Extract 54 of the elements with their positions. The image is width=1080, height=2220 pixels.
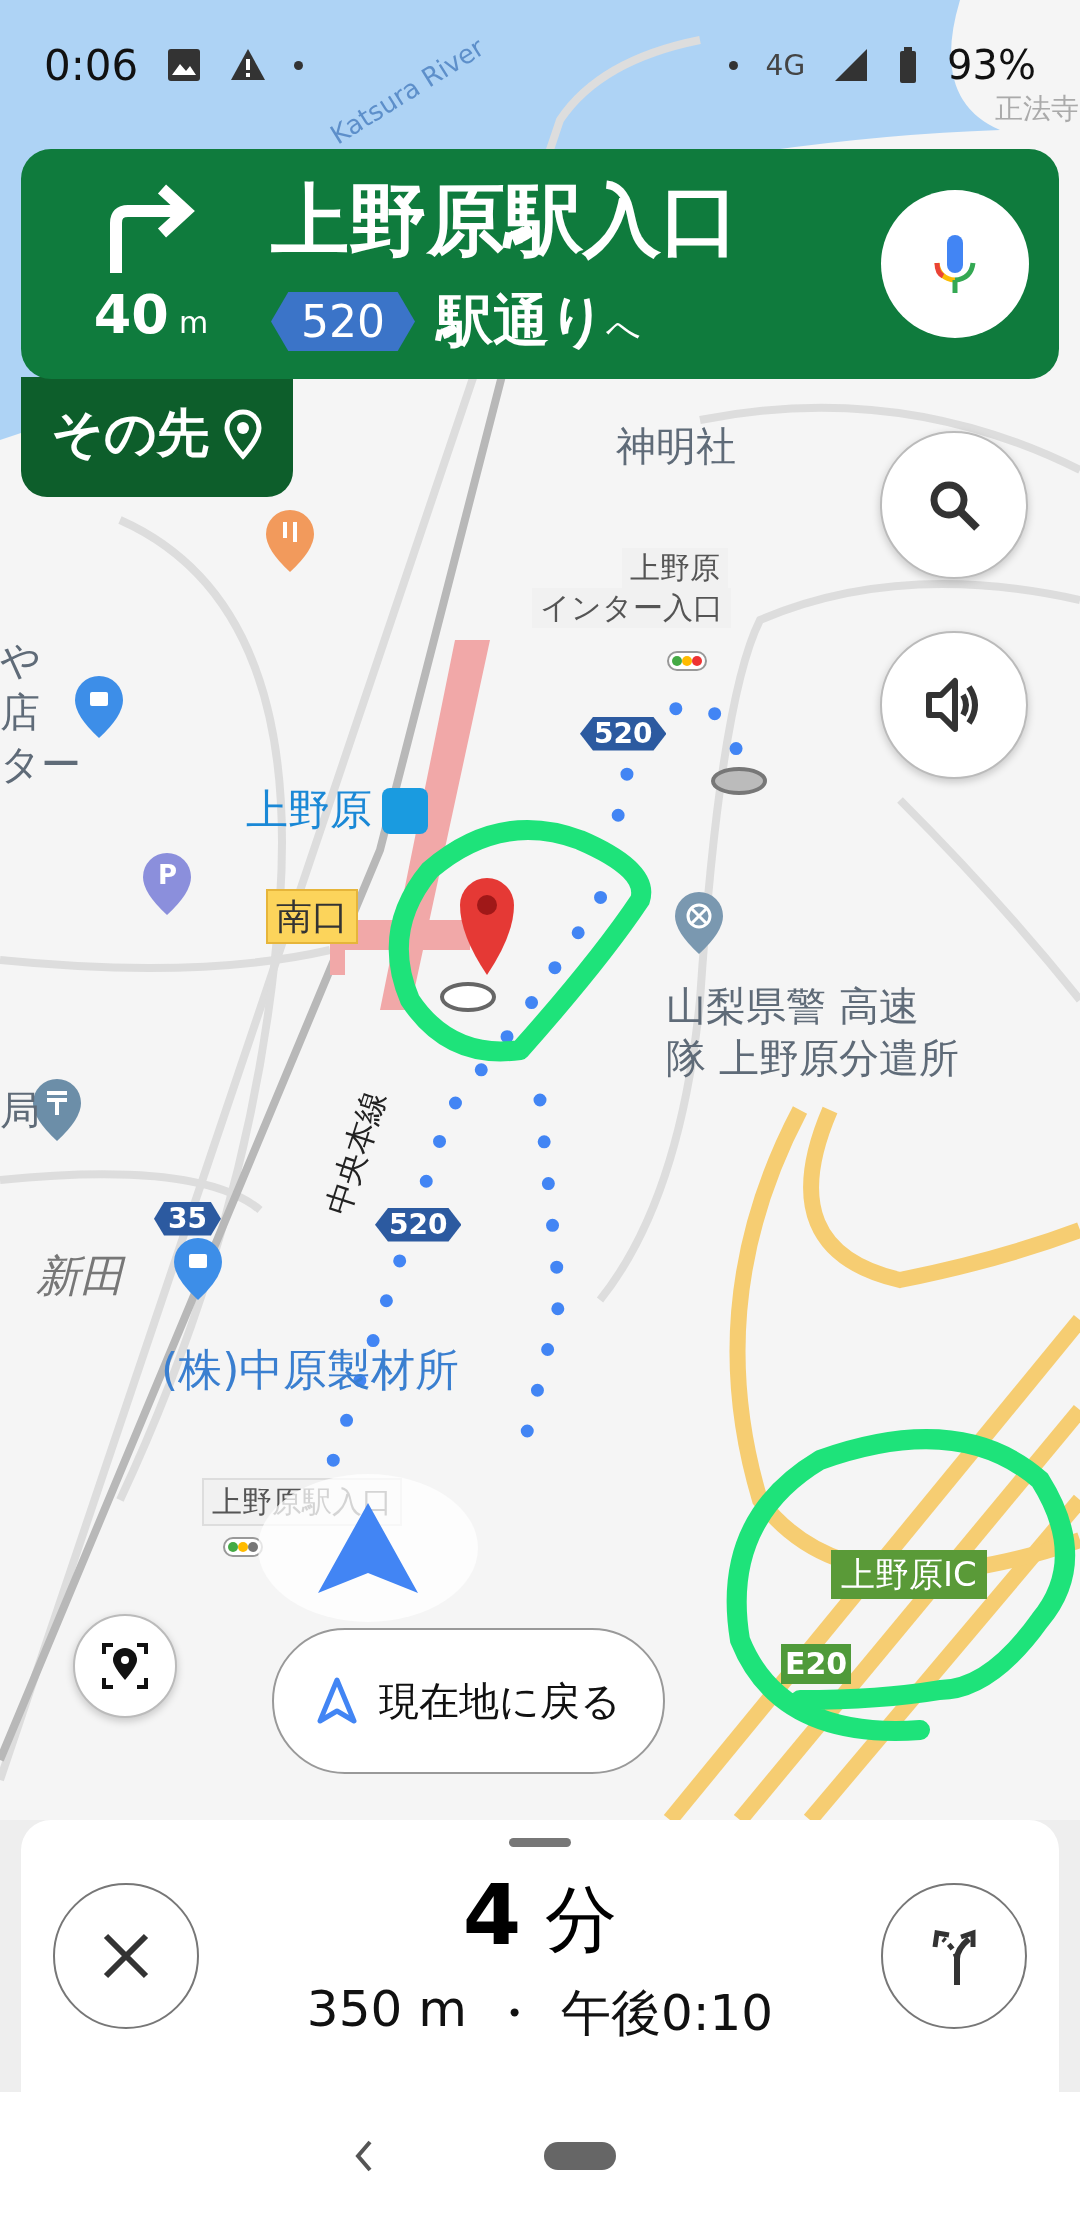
close-icon <box>102 1932 150 1980</box>
place-label: ター <box>0 740 81 788</box>
duration-text: 4 <box>462 1865 522 1964</box>
notification-dot-icon <box>294 60 304 70</box>
home-handle[interactable] <box>544 2142 616 2170</box>
recenter-button[interactable]: 現在地に戻る <box>272 1628 665 1774</box>
duration-unit-text: 分 <box>545 1875 618 1963</box>
route-number-label: 520 <box>375 1208 462 1242</box>
traffic-light-icon <box>667 651 707 671</box>
battery-percent-text: 93% <box>947 42 1036 88</box>
warning-icon <box>230 47 267 83</box>
arrival-time-text: 午後0:10 <box>560 1982 774 2044</box>
separator-text: ・ <box>488 1982 539 2044</box>
business-label: (株)中原製材所 <box>161 1344 460 1397</box>
search-button[interactable] <box>880 431 1028 579</box>
distance-text: 40 <box>93 282 169 346</box>
place-label: 隊 上野原分遣所 <box>666 1034 959 1082</box>
waypoint-marker <box>711 767 767 795</box>
route-number-label: 520 <box>271 292 415 351</box>
place-label: 正法寺 <box>995 92 1079 126</box>
location-pin-icon <box>223 408 263 460</box>
station-label: 上野原 <box>246 785 372 836</box>
street-name: 上野原駅入口 <box>271 173 740 267</box>
toward-street-text: 駅通り へ <box>437 286 641 355</box>
drag-handle[interactable] <box>509 1838 571 1847</box>
clock-text: 0:06 <box>44 40 139 90</box>
remaining-distance-text: 350 m <box>306 1979 467 2040</box>
interchange-label: 上野原IC <box>831 1550 987 1599</box>
route-number-label: 520 <box>580 717 667 751</box>
notification-dot-icon <box>728 60 738 70</box>
place-label: 店 <box>0 688 40 736</box>
location-frame-button[interactable] <box>73 1614 177 1718</box>
road-sign-label: 上野原 <box>622 548 728 588</box>
route-number-label: 35 <box>154 1202 221 1236</box>
signal-icon <box>833 47 870 83</box>
place-label: 山梨県警 高速 <box>666 982 919 1030</box>
place-label: 神明社 <box>616 422 736 470</box>
parking-pin-icon <box>143 853 191 915</box>
image-icon <box>166 47 203 83</box>
area-label: 新田 <box>36 1250 124 1303</box>
network-type-text: 4G <box>765 48 806 82</box>
expressway-label: E20 <box>781 1644 852 1684</box>
location-frame-icon <box>101 1642 149 1690</box>
road-sign-label: インター入口 <box>532 588 731 628</box>
police-pin-icon <box>675 892 723 954</box>
train-station-icon <box>382 788 428 834</box>
back-icon[interactable] <box>354 2140 374 2172</box>
distance-unit-text: m <box>178 304 209 340</box>
place-label: や <box>0 636 41 684</box>
place-label: 局 <box>0 1086 40 1134</box>
navigation-arrow-icon <box>316 1677 357 1725</box>
parking-label: P <box>158 860 178 892</box>
then-step-chip[interactable]: その先 <box>21 377 293 497</box>
station-exit-label: 南口 <box>266 889 358 945</box>
